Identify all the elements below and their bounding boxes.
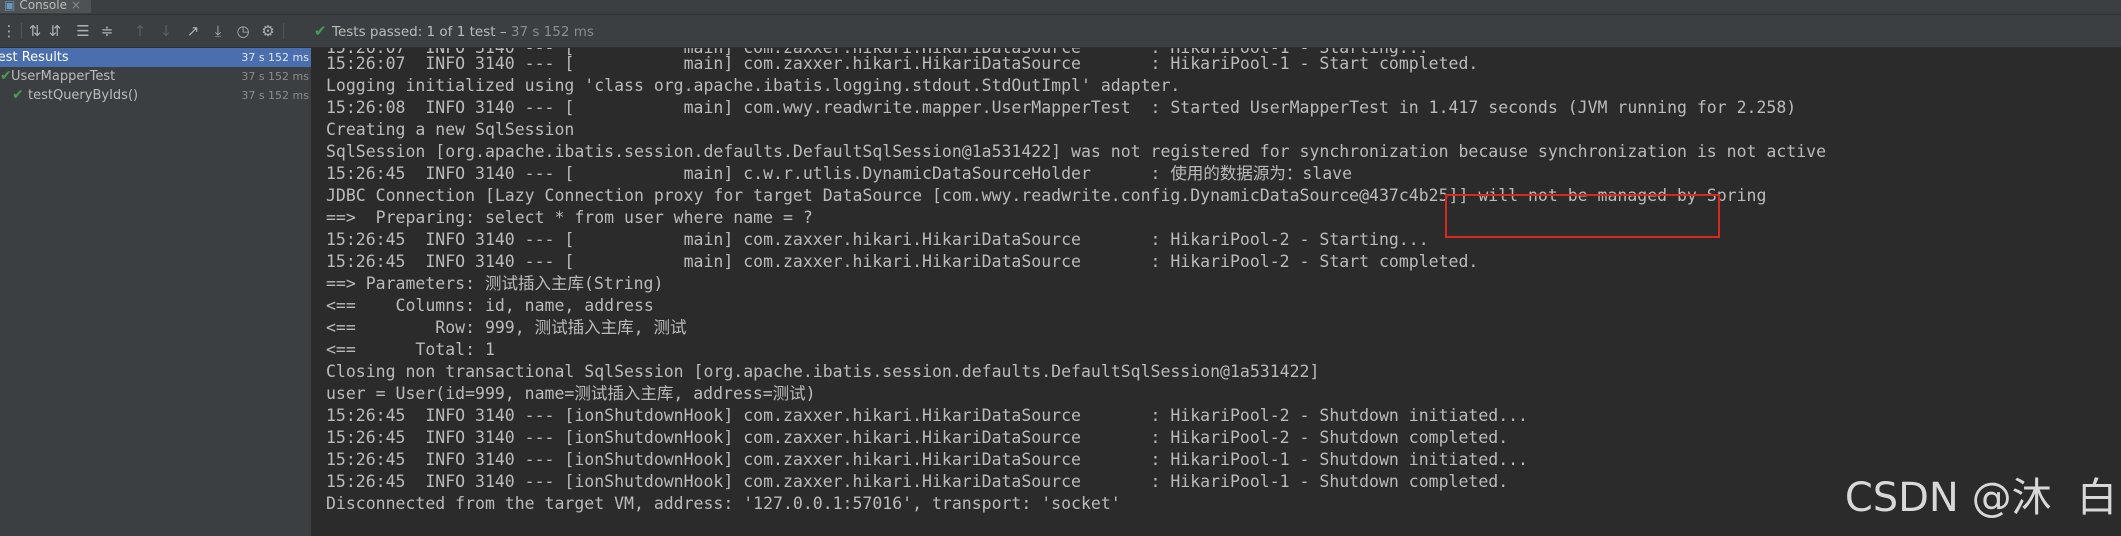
- console-line: 15:26:45 INFO 3140 --- [ionShutdownHook]…: [326, 428, 1509, 447]
- test-status-text: Tests passed: 1 of 1 test – 37 s 152 ms: [332, 24, 594, 40]
- tree-item-label: testQueryByIds(): [28, 88, 139, 103]
- tree-item-duration: 37 s 152 ms: [241, 89, 309, 102]
- console-line: <== Columns: id, name, address: [326, 296, 654, 315]
- sort-alpha-icon[interactable]: ⇅: [26, 22, 44, 40]
- console-line: user = User(id=999, name=测试插入主库, address…: [326, 384, 816, 403]
- test-status-duration: 37 s 152 ms: [510, 24, 594, 40]
- tree-item-label: UserMapperTest: [11, 69, 116, 84]
- console-line: <== Row: 999, 测试插入主库, 测试: [326, 318, 687, 337]
- tests-passed-check-icon: ✔: [314, 22, 327, 40]
- csdn-watermark: CSDN @沐 白: [1844, 475, 2117, 521]
- test-results-tree: Test Results 37 s 152 ms ✔ UserMapperTes…: [0, 48, 312, 536]
- next-failed-icon[interactable]: ↓: [157, 22, 175, 40]
- console-line: 15:26:07 INFO 3140 --- [ main] com.zaxxe…: [326, 54, 1479, 73]
- console-line: 15:26:45 INFO 3140 --- [ main] com.zaxxe…: [326, 230, 1429, 249]
- console-line: Logging initialized using 'class org.apa…: [326, 76, 1181, 95]
- toolbar-separator: [283, 23, 284, 39]
- console-line: 15:26:45 INFO 3140 --- [ main] c.w.r.utl…: [326, 164, 1353, 183]
- console-line: 15:26:45 INFO 3140 --- [ionShutdownHook]…: [326, 472, 1509, 491]
- toolbar-separator: [21, 23, 22, 39]
- test-status-label: Tests passed: 1 of 1 test: [332, 24, 496, 40]
- console-line: 15:26:45 INFO 3140 --- [ionShutdownHook]…: [326, 406, 1528, 425]
- expand-all-icon[interactable]: ☰: [74, 22, 92, 40]
- sort-duration-icon[interactable]: ⇵: [46, 22, 64, 40]
- previous-failed-icon[interactable]: ↑: [131, 22, 149, 40]
- tab-console[interactable]: ▣ Console ×: [0, 0, 92, 13]
- tab-console-label: Console: [19, 0, 67, 12]
- passed-check-icon: ✔: [12, 87, 24, 103]
- console-line: 15:26:08 INFO 3140 --- [ main] com.wwy.r…: [326, 98, 1797, 117]
- test-runner-toolbar: ⋮ ⇅ ⇵ ☰ ≑ ↑ ↓ ↗ ⤓ ◷ ⚙ ✔ Tests passed: 1 …: [0, 15, 2121, 48]
- collapse-all-icon[interactable]: ≑: [98, 22, 116, 40]
- tool-window-tab-strip: ▣ Console ×: [0, 0, 2121, 15]
- console-line: ==> Parameters: 测试插入主库(String): [326, 274, 664, 293]
- tree-item-label: Test Results: [0, 50, 69, 65]
- tree-item-test-results[interactable]: Test Results 37 s 152 ms: [0, 48, 311, 67]
- console-line: ==> Preparing: select * from user where …: [326, 208, 813, 227]
- passed-check-icon: ✔: [0, 68, 12, 84]
- console-line: Creating a new SqlSession: [326, 120, 575, 139]
- console-line: Disconnected from the target VM, address…: [326, 494, 1121, 513]
- console-output[interactable]: 15:26:07 INFO 3140 --- [ main] com.zaxxe…: [312, 48, 2121, 536]
- rerun-icon[interactable]: ⋮: [0, 22, 18, 40]
- console-line: 15:26:45 INFO 3140 --- [ main] com.zaxxe…: [326, 252, 1479, 271]
- console-line: <== Total: 1: [326, 340, 495, 359]
- history-icon[interactable]: ◷: [234, 22, 252, 40]
- tree-item-duration: 37 s 152 ms: [241, 70, 309, 83]
- tree-item-testquerybyids[interactable]: ✔ testQueryByIds() 37 s 152 ms: [0, 86, 311, 105]
- tree-item-usermappertest[interactable]: ✔ UserMapperTest 37 s 152 ms: [0, 67, 311, 86]
- console-line: Closing non transactional SqlSession [or…: [326, 362, 1320, 381]
- console-line: JDBC Connection [Lazy Connection proxy f…: [326, 186, 1767, 205]
- console-line: SqlSession [org.apache.ibatis.session.de…: [326, 142, 1827, 161]
- console-line: 15:26:45 INFO 3140 --- [ionShutdownHook]…: [326, 450, 1528, 469]
- console-icon: ▣: [4, 0, 16, 12]
- import-icon[interactable]: ⤓: [209, 22, 227, 40]
- settings-icon[interactable]: ⚙: [259, 22, 277, 40]
- close-icon[interactable]: ×: [71, 0, 81, 12]
- export-icon[interactable]: ↗: [184, 22, 202, 40]
- tree-item-duration: 37 s 152 ms: [241, 51, 309, 64]
